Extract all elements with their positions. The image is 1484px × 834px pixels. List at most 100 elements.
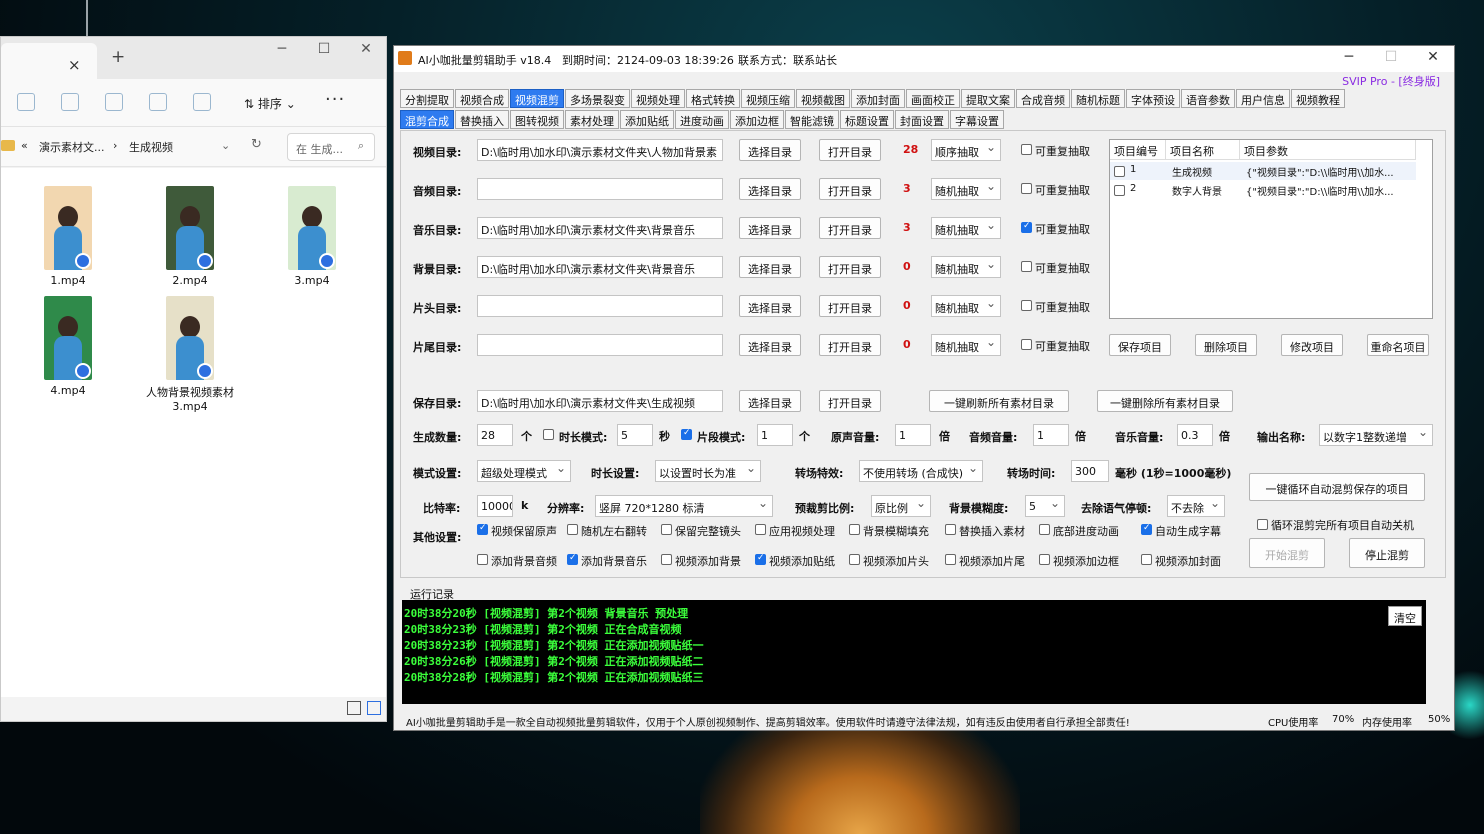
sub-tab-4[interactable]: 添加贴纸 xyxy=(620,110,674,129)
gen-count-input[interactable]: 28 xyxy=(477,424,513,446)
transition-time-input[interactable]: 300 xyxy=(1071,460,1109,482)
outro-extract-mode-select[interactable]: 随机抽取 xyxy=(931,334,1001,356)
music-repeat-checkbox[interactable] xyxy=(1021,221,1032,233)
sub-tab-2[interactable]: 图转视频 xyxy=(510,110,564,129)
run-log-output[interactable]: 20时38分20秒 [视频混剪] 第2个视频 背景音乐 预处理 20时38分23秒… xyxy=(402,600,1426,704)
open-background-dir-button[interactable]: 打开目录 xyxy=(819,256,881,278)
sub-tab-0[interactable]: 混剪合成 xyxy=(400,110,454,129)
row-checkbox[interactable] xyxy=(1114,166,1125,177)
outro-repeat-checkbox[interactable] xyxy=(1021,339,1032,350)
breadcrumb-item[interactable]: 演示素材文... xyxy=(39,139,105,155)
open-save-dir-button[interactable]: 打开目录 xyxy=(819,390,881,412)
main-tab-5[interactable]: 格式转换 xyxy=(686,89,740,108)
main-tab-15[interactable]: 用户信息 xyxy=(1236,89,1290,108)
option-checkbox[interactable] xyxy=(755,524,766,535)
sub-tab-3[interactable]: 素材处理 xyxy=(565,110,619,129)
choose-music-dir-button[interactable]: 选择目录 xyxy=(739,217,801,239)
audio-extract-mode-select[interactable]: 随机抽取 xyxy=(931,178,1001,200)
file-item[interactable]: 3.mp4 xyxy=(267,186,357,287)
main-tab-11[interactable]: 合成音频 xyxy=(1016,89,1070,108)
loop-mix-saved-button[interactable]: 一键循环自动混剪保存的项目 xyxy=(1249,473,1425,501)
background-extract-mode-select[interactable]: 随机抽取 xyxy=(931,256,1001,278)
share-icon[interactable] xyxy=(149,93,167,111)
orig-volume-input[interactable]: 1 xyxy=(895,424,931,446)
duration-setting-select[interactable]: 以设置时长为准 xyxy=(655,460,761,482)
main-tab-0[interactable]: 分割提取 xyxy=(400,89,454,108)
option-checkbox[interactable] xyxy=(849,524,860,535)
option-checkbox[interactable] xyxy=(849,554,860,565)
bg-blur-select[interactable]: 5 xyxy=(1025,495,1065,517)
resolution-select[interactable]: 竖屏 720*1280 标清 xyxy=(595,495,773,517)
sub-tab-7[interactable]: 智能滤镜 xyxy=(785,110,839,129)
copy-icon[interactable] xyxy=(17,93,35,111)
video-repeat-checkbox[interactable] xyxy=(1021,144,1032,155)
clip-count-input[interactable]: 1 xyxy=(757,424,793,446)
file-item[interactable]: 人物背景视频素材3.mp4 xyxy=(145,296,235,413)
file-item[interactable]: 2.mp4 xyxy=(145,186,235,287)
main-tab-4[interactable]: 视频处理 xyxy=(631,89,685,108)
bitrate-input[interactable]: 10000 xyxy=(477,495,513,517)
maximize-icon[interactable]: ☐ xyxy=(309,41,339,57)
intro-dir-input[interactable] xyxy=(477,295,723,317)
video-extract-mode-select[interactable]: 顺序抽取 xyxy=(931,139,1001,161)
close-icon[interactable]: ✕ xyxy=(351,41,381,57)
delete-icon[interactable] xyxy=(193,93,211,111)
crop-ratio-select[interactable]: 原比例 xyxy=(871,495,931,517)
option-checkbox[interactable] xyxy=(477,523,488,535)
choose-audio-dir-button[interactable]: 选择目录 xyxy=(739,178,801,200)
choose-save-dir-button[interactable]: 选择目录 xyxy=(739,390,801,412)
more-icon[interactable]: ··· xyxy=(325,89,345,110)
option-checkbox[interactable] xyxy=(567,524,578,535)
main-tab-13[interactable]: 字体预设 xyxy=(1126,89,1180,108)
start-mix-button[interactable]: 开始混剪 xyxy=(1249,538,1325,568)
background-dir-input[interactable]: D:\临时用\加水印\演示素材文件夹\背景音乐 xyxy=(477,256,723,278)
refresh-icon[interactable]: ↻ xyxy=(251,137,262,152)
option-checkbox[interactable] xyxy=(1141,523,1152,535)
sub-tab-1[interactable]: 替换插入 xyxy=(455,110,509,129)
edit-project-button[interactable]: 修改项目 xyxy=(1281,334,1343,356)
filler-removal-select[interactable]: 不去除 xyxy=(1167,495,1225,517)
sub-tab-5[interactable]: 进度动画 xyxy=(675,110,729,129)
table-row[interactable]: 2 数字人背景 {"视频目录":"D:\\临时用\\加水... xyxy=(1110,181,1416,199)
clip-mode-checkbox[interactable] xyxy=(681,428,692,440)
duration-mode-checkbox[interactable] xyxy=(543,429,554,440)
rename-icon[interactable] xyxy=(105,93,123,111)
intro-repeat-checkbox[interactable] xyxy=(1021,300,1032,311)
main-tab-12[interactable]: 随机标题 xyxy=(1071,89,1125,108)
main-tab-14[interactable]: 语音参数 xyxy=(1181,89,1235,108)
duration-input[interactable]: 5 xyxy=(617,424,653,446)
main-tab-10[interactable]: 提取文案 xyxy=(961,89,1015,108)
file-item[interactable]: 1.mp4 xyxy=(23,186,113,287)
sub-tab-10[interactable]: 字幕设置 xyxy=(950,110,1004,129)
option-checkbox[interactable] xyxy=(661,554,672,565)
open-video-dir-button[interactable]: 打开目录 xyxy=(819,139,881,161)
option-checkbox[interactable] xyxy=(567,553,578,565)
background-repeat-checkbox[interactable] xyxy=(1021,261,1032,272)
option-checkbox[interactable] xyxy=(1039,524,1050,535)
open-music-dir-button[interactable]: 打开目录 xyxy=(819,217,881,239)
audio-repeat-checkbox[interactable] xyxy=(1021,183,1032,194)
open-outro-dir-button[interactable]: 打开目录 xyxy=(819,334,881,356)
open-audio-dir-button[interactable]: 打开目录 xyxy=(819,178,881,200)
outro-dir-input[interactable] xyxy=(477,334,723,356)
tiles-view-icon[interactable] xyxy=(367,701,381,715)
sort-button[interactable]: ⇅ 排序 ⌄ xyxy=(244,95,296,112)
option-checkbox[interactable] xyxy=(755,553,766,565)
clear-log-button[interactable]: 清空 xyxy=(1388,606,1422,626)
details-view-icon[interactable] xyxy=(347,701,361,715)
sub-tab-9[interactable]: 封面设置 xyxy=(895,110,949,129)
row-checkbox[interactable] xyxy=(1114,185,1125,196)
file-item[interactable]: 4.mp4 xyxy=(23,296,113,397)
option-checkbox[interactable] xyxy=(1141,554,1152,565)
audio-volume-input[interactable]: 1 xyxy=(1033,424,1069,446)
option-checkbox[interactable] xyxy=(477,554,488,565)
option-checkbox[interactable] xyxy=(661,524,672,535)
music-volume-input[interactable]: 0.3 xyxy=(1177,424,1213,446)
sub-tab-6[interactable]: 添加边框 xyxy=(730,110,784,129)
rename-project-button[interactable]: 重命名项目 xyxy=(1367,334,1429,356)
mode-select[interactable]: 超级处理模式 xyxy=(477,460,571,482)
sub-tab-8[interactable]: 标题设置 xyxy=(840,110,894,129)
option-checkbox[interactable] xyxy=(945,524,956,535)
save-dir-input[interactable]: D:\临时用\加水印\演示素材文件夹\生成视频 xyxy=(477,390,723,412)
paste-icon[interactable] xyxy=(61,93,79,111)
